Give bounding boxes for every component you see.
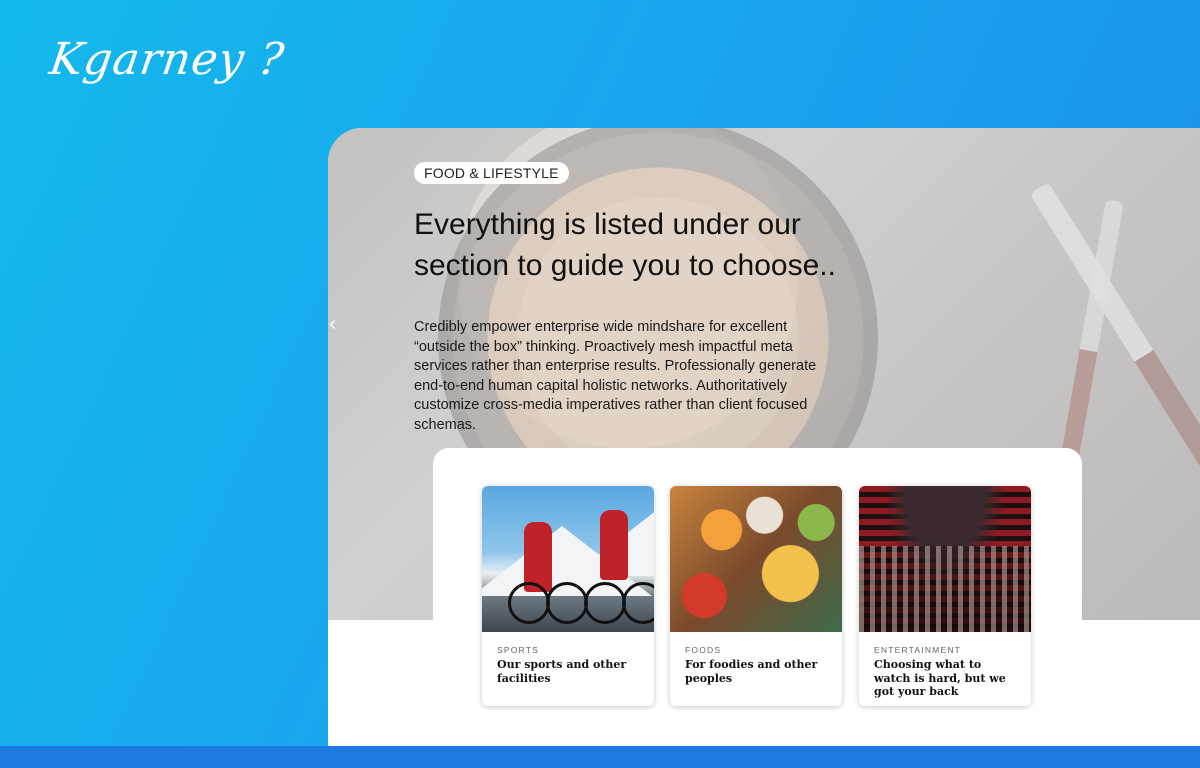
food-spread-photo (670, 486, 842, 632)
card-foods[interactable]: FOODS For foodies and other peoples (670, 486, 842, 706)
card-title: For foodies and other peoples (685, 658, 818, 685)
prev-arrow-icon[interactable]: ‹ (328, 312, 337, 337)
brand-logo[interactable]: Kgarney ? (46, 34, 287, 85)
cinema-audience-photo (859, 486, 1031, 632)
card-title: Choosing what to watch is hard, but we g… (874, 658, 1006, 698)
cards-container: SPORTS Our sports and other facilities F… (433, 448, 1082, 746)
category-tag[interactable]: FOOD & LIFESTYLE (414, 162, 569, 184)
card-category: FOODS (685, 645, 722, 655)
content-panel: ‹ FOOD & LIFESTYLE Everything is listed … (328, 128, 1200, 746)
bottom-bar (0, 746, 1200, 768)
hero-description: Credibly empower enterprise wide mindsha… (414, 319, 817, 433)
cyclists-photo (482, 486, 654, 632)
card-sports[interactable]: SPORTS Our sports and other facilities (482, 486, 654, 706)
card-entertainment[interactable]: ENTERTAINMENT Choosing what to watch is … (859, 486, 1031, 706)
card-title: Our sports and other facilities (497, 658, 627, 685)
card-category: ENTERTAINMENT (874, 645, 962, 655)
card-category: SPORTS (497, 645, 539, 655)
hero-headline: Everything is listed under our section t… (414, 208, 836, 282)
